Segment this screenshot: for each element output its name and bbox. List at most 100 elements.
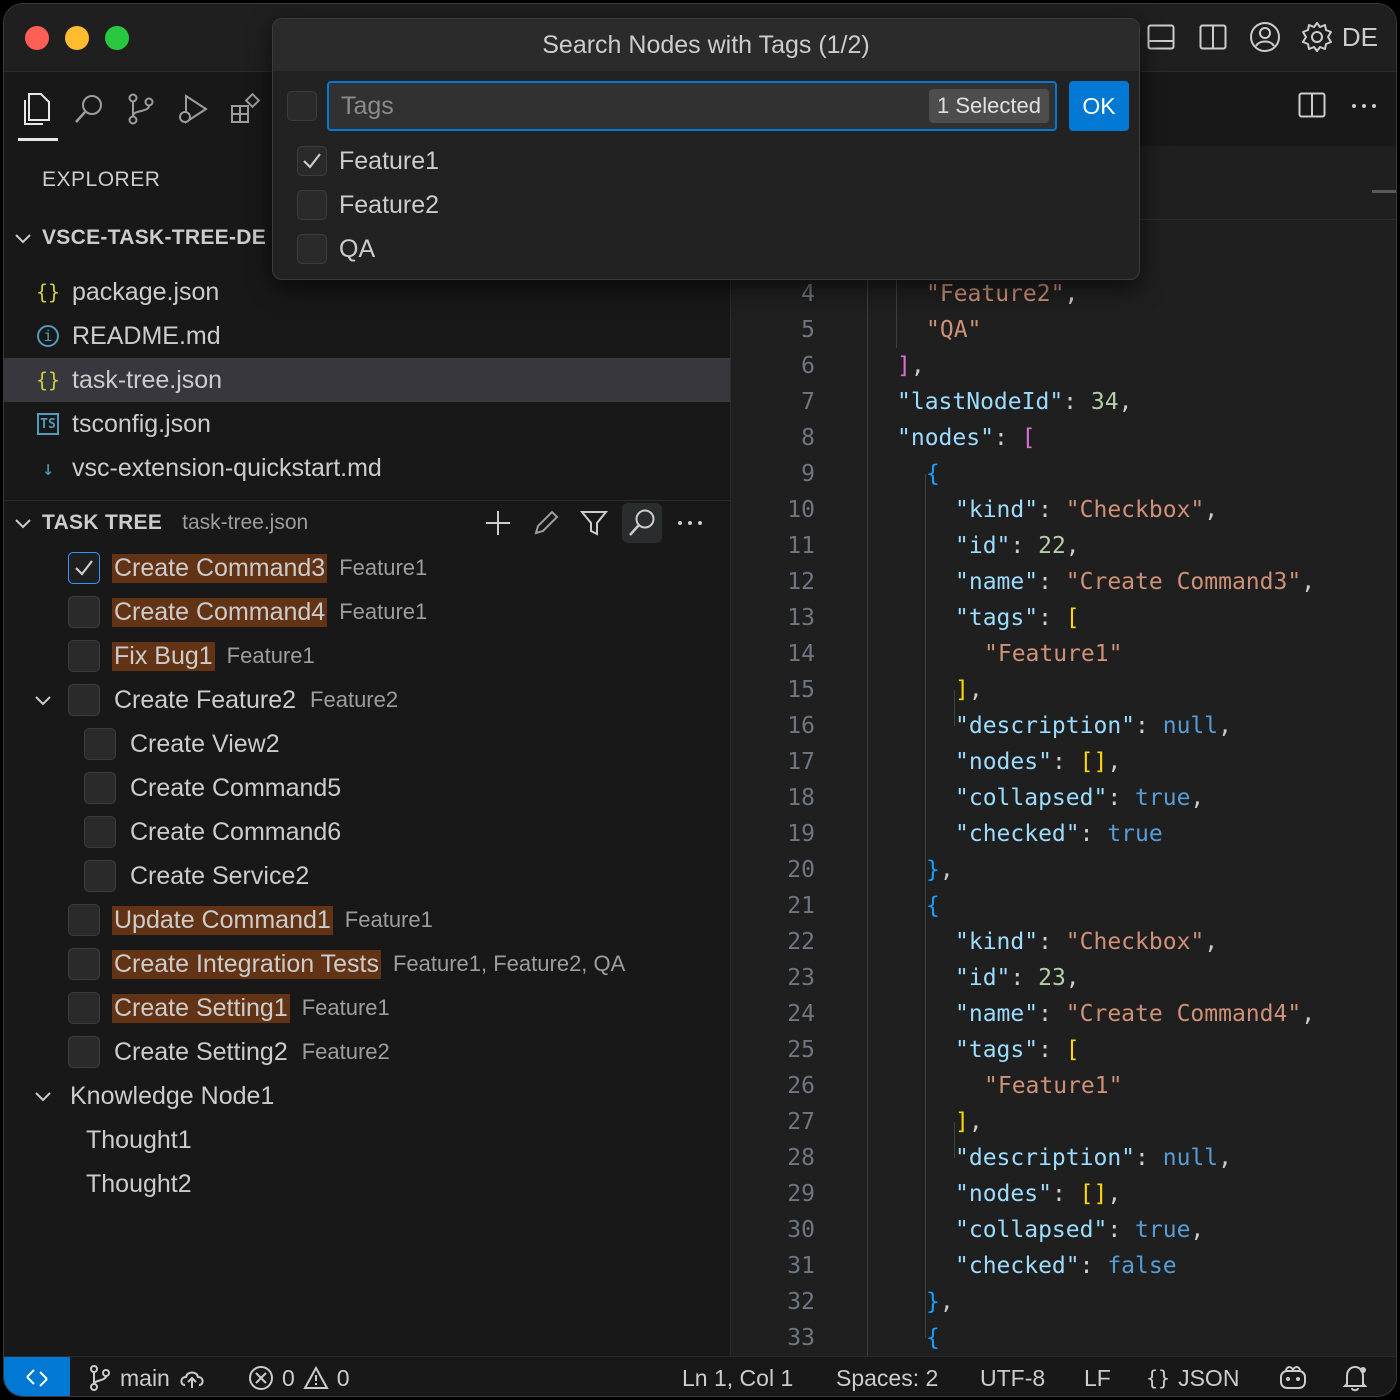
task-tree-item[interactable]: Create Service2 [4,854,730,898]
task-tree-item[interactable]: Create Setting2 Feature2 [4,1030,730,1074]
task-tree-item[interactable]: Create View2 [4,722,730,766]
explorer-title: EXPLORER [42,168,161,191]
maximize-window-button[interactable] [105,26,129,50]
add-node-button[interactable] [478,503,518,543]
explorer-icon[interactable] [18,90,56,128]
encoding-indicator[interactable]: UTF-8 [980,1357,1045,1396]
task-checkbox[interactable] [68,948,100,980]
run-debug-icon[interactable] [174,90,212,128]
code-token: "name" [955,569,1039,595]
chevron-down-icon[interactable] [32,689,54,711]
select-all-checkbox[interactable] [287,91,317,121]
tag-checkbox[interactable] [297,234,327,264]
more-actions-button[interactable] [670,503,710,543]
task-tree-item[interactable]: Create Command5 [4,766,730,810]
tag-option[interactable]: Feature2 [297,183,439,227]
task-checkbox[interactable] [84,772,116,804]
task-tree-item[interactable]: Create Setting1 Feature1 [4,986,730,1030]
account-icon[interactable] [1248,20,1282,54]
copilot-icon[interactable] [1278,1357,1308,1396]
task-checkbox[interactable] [68,1036,100,1068]
line-number: 31 [787,1253,815,1279]
task-tree-item[interactable]: Fix Bug1 Feature1 [4,634,730,678]
source-control-icon[interactable] [122,90,160,128]
extensions-icon[interactable] [226,90,264,128]
task-checkbox[interactable] [68,640,100,672]
task-checkbox[interactable] [68,596,100,628]
task-checkbox[interactable] [68,684,100,716]
split-editor-icon[interactable] [1298,92,1326,123]
folder-name: VSCE-TASK-TREE-DE [42,226,267,249]
file-item[interactable]: {} task-tree.json [4,358,730,402]
scrollbar-slider[interactable] [1372,190,1396,193]
edit-node-button[interactable] [526,503,566,543]
toggle-secondary-sidebar-icon[interactable] [1196,20,1230,54]
ok-button[interactable]: OK [1069,81,1129,131]
notifications-bell-icon[interactable] [1342,1357,1368,1396]
tag-checkbox[interactable] [297,146,327,176]
manage-gear-icon[interactable] [1300,20,1334,54]
code-token: : [1135,1145,1163,1171]
code-token: "lastNodeId" [897,389,1064,415]
task-checkbox[interactable] [68,992,100,1024]
code-token: "Create Command3" [1065,569,1302,595]
file-item[interactable]: ↓ vsc-extension-quickstart.md [4,446,730,490]
minimize-window-button[interactable] [65,26,89,50]
task-tree-item[interactable]: Create Feature2 Feature2 [4,678,730,722]
search-icon[interactable] [70,90,108,128]
task-tree-item[interactable]: Thought1 [4,1118,730,1162]
tag-checkbox[interactable] [297,190,327,220]
language-mode[interactable]: {} JSON [1146,1357,1239,1396]
code-token: "tags" [955,605,1039,631]
git-branch-icon [90,1365,110,1391]
task-checkbox[interactable] [84,860,116,892]
code-token: "Feature2" [926,281,1065,307]
indentation-indicator[interactable]: Spaces: 2 [836,1357,938,1396]
task-tree-item[interactable]: Knowledge Node1 [4,1074,730,1118]
task-checkbox[interactable] [68,904,100,936]
code-token: "tags" [955,1037,1039,1063]
filter-button[interactable] [574,503,614,543]
task-tree-item[interactable]: Thought2 [4,1162,730,1206]
line-number: 19 [787,821,815,847]
branch-indicator[interactable]: main [88,1357,206,1396]
cloud-sync-icon [180,1371,204,1388]
code-token: : [1038,569,1066,595]
problems-indicator[interactable]: 0 0 [248,1357,350,1396]
code-token: ] [955,1109,969,1135]
code-token: 23 [1038,965,1066,991]
tag-option[interactable]: Feature1 [297,139,439,183]
more-icon[interactable] [1350,92,1378,125]
code-line: 14 "Feature1" [731,636,1396,672]
remote-indicator[interactable] [4,1357,70,1396]
task-tree-section-header[interactable]: TASK TREE task-tree.json [4,500,730,544]
tag-option[interactable]: QA [297,227,375,271]
code-text: "Feature1" [984,636,1122,672]
task-tree-item[interactable]: Create Integration Tests Feature1, Featur… [4,942,730,986]
file-item[interactable]: TS tsconfig.json [4,402,730,446]
task-tree-item[interactable]: Create Command3 Feature1 [4,546,730,590]
tags-input[interactable] [341,83,901,129]
code-editor[interactable]: 3"Feature1",4"Feature2",5"QA"6],7"lastNo… [731,245,1396,1358]
code-token: : [1135,713,1163,739]
eol-indicator[interactable]: LF [1084,1357,1111,1396]
code-token: { [926,893,940,919]
task-checkbox[interactable] [84,816,116,848]
search-tags-button[interactable] [622,503,662,543]
task-tree-title: TASK TREE [42,510,163,534]
code-token: "collapsed" [955,785,1108,811]
close-window-button[interactable] [25,26,49,50]
task-checkbox[interactable] [68,552,100,584]
task-tree-item[interactable]: Create Command4 Feature1 [4,590,730,634]
code-token: } [926,857,940,883]
task-tree-item[interactable]: Create Command6 [4,810,730,854]
cursor-position[interactable]: Ln 1, Col 1 [682,1357,793,1396]
line-number: 30 [787,1217,815,1243]
task-tree-item[interactable]: Update Command1 Feature1 [4,898,730,942]
toggle-panel-icon[interactable] [1144,20,1178,54]
task-checkbox[interactable] [84,728,116,760]
chevron-down-icon[interactable] [32,1085,54,1107]
code-line: 29 "nodes": [], [731,1176,1396,1212]
code-token: } [926,1289,940,1315]
file-item[interactable]: i README.md [4,314,730,358]
